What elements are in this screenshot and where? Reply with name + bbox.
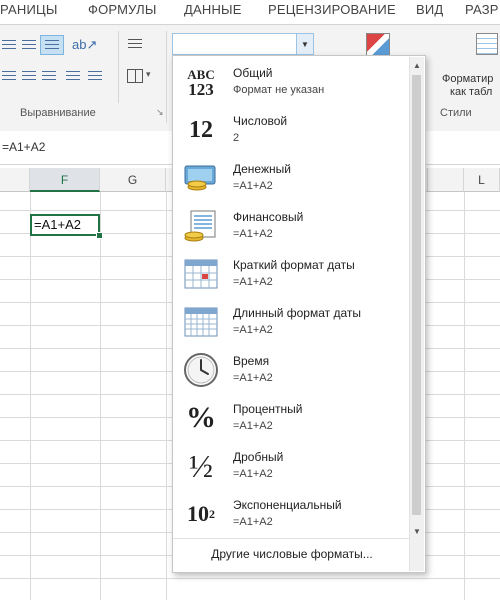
styles-group-label: Стили [440, 107, 472, 119]
general-format-icon: ABC 123 [187, 67, 215, 99]
tab-data[interactable]: ДАННЫЕ [184, 2, 242, 17]
wrap-text-icon[interactable] [128, 39, 142, 49]
scroll-thumb[interactable] [412, 75, 421, 515]
format-item-fraction[interactable]: ½ Дробный =A1+A2 [179, 444, 407, 490]
format-item-sample: Формат не указан [233, 84, 325, 96]
align-right-icon[interactable] [42, 71, 56, 81]
format-item-sample: =A1+A2 [233, 228, 273, 240]
format-item-title: Время [233, 354, 270, 368]
orientation-icon[interactable]: ab↗ [72, 37, 97, 53]
ribbon-tabs: РАНИЦЫ ФОРМУЛЫ ДАННЫЕ РЕЦЕНЗИРОВАНИЕ ВИД… [0, 0, 500, 24]
format-item-percent[interactable]: % Процентный =A1+A2 [179, 396, 407, 442]
format-item-currency[interactable]: Денежный =A1+A2 [179, 156, 407, 202]
align-left-icon[interactable] [2, 71, 16, 81]
formula-text[interactable]: =A1+A2 [2, 140, 45, 154]
percent-icon: % [186, 401, 216, 434]
increase-indent-icon[interactable] [88, 71, 102, 81]
merge-center-icon[interactable] [127, 69, 143, 83]
accounting-format-icon [181, 206, 221, 246]
format-item-sample: =A1+A2 [233, 276, 273, 288]
tab-review[interactable]: РЕЦЕНЗИРОВАНИЕ [268, 2, 396, 17]
format-item-sample: =A1+A2 [233, 324, 273, 336]
dialog-launcher-icon[interactable]: ↘ [156, 107, 164, 118]
scroll-down-icon[interactable]: ▼ [410, 525, 424, 539]
format-item-general[interactable]: ABC 123 Общий Формат не указан [179, 60, 407, 106]
align-center-icon[interactable] [22, 71, 36, 81]
tab-page-layout[interactable]: РАНИЦЫ [0, 2, 58, 17]
align-middle-icon[interactable] [22, 40, 36, 50]
align-bottom-icon [45, 40, 59, 50]
gridline [166, 192, 167, 600]
tab-formulas[interactable]: ФОРМУЛЫ [88, 2, 157, 17]
tab-view[interactable]: ВИД [416, 2, 443, 17]
long-date-calendar-icon [181, 302, 221, 342]
format-item-scientific[interactable]: 10 2 Экспоненциальный =A1+A2 [179, 492, 407, 538]
format-item-short-date[interactable]: Краткий формат даты =A1+A2 [179, 252, 407, 298]
format-item-title: Краткий формат даты [233, 258, 355, 272]
gridline [100, 192, 101, 600]
format-as-table-label-2[interactable]: как табл [450, 86, 492, 98]
clock-icon [181, 350, 221, 390]
format-item-time[interactable]: Время =A1+A2 [179, 348, 407, 394]
scroll-up-icon[interactable]: ▲ [410, 59, 424, 73]
divider [166, 31, 167, 123]
format-item-title: Процентный [233, 402, 303, 416]
format-as-table-label[interactable]: Форматир [442, 73, 493, 85]
tab-developer[interactable]: РАЗР [465, 2, 499, 17]
more-number-formats-link[interactable]: Другие числовые форматы... [173, 538, 411, 569]
chevron-down-icon[interactable]: ▼ [296, 34, 313, 54]
scientific-icon: 10 2 [187, 501, 215, 526]
format-as-table-icon[interactable] [476, 33, 498, 55]
column-header-k[interactable] [428, 168, 464, 192]
format-item-title: Общий [233, 66, 273, 80]
format-item-title: Числовой [233, 114, 288, 128]
gridline [464, 192, 465, 600]
format-item-sample: =A1+A2 [233, 372, 273, 384]
column-header[interactable] [0, 168, 30, 192]
format-item-title: Длинный формат даты [233, 306, 361, 320]
number-format-dropdown: ABC 123 Общий Формат не указан 12 Числов… [172, 55, 426, 573]
chevron-down-icon[interactable]: ▾ [146, 69, 151, 80]
short-date-calendar-icon [181, 254, 221, 294]
alignment-group-label: Выравнивание [20, 107, 96, 119]
number-format-icon: 12 [189, 116, 213, 143]
column-header-g[interactable]: G [100, 168, 166, 192]
align-bottom-button[interactable] [40, 35, 64, 55]
format-item-title: Экспоненциальный [233, 498, 342, 512]
format-item-sample: 2 [233, 132, 240, 144]
currency-format-icon [181, 158, 221, 198]
column-header-f[interactable]: F [30, 168, 100, 192]
format-item-long-date[interactable]: Длинный формат даты =A1+A2 [179, 300, 407, 346]
number-format-combo[interactable]: ▼ [172, 33, 314, 55]
format-item-title: Денежный [233, 162, 291, 176]
format-item-sample: =A1+A2 [233, 468, 273, 480]
format-item-title: Финансовый [233, 210, 304, 224]
format-item-title: Дробный [233, 450, 284, 464]
dropdown-scrollbar[interactable]: ▲ ▼ [409, 57, 424, 571]
divider [118, 31, 119, 103]
fill-handle[interactable] [96, 232, 103, 239]
format-item-number[interactable]: 12 Числовой 2 [179, 108, 407, 154]
column-header-l[interactable]: L [464, 168, 500, 192]
format-item-sample: =A1+A2 [233, 420, 273, 432]
fraction-icon: ½ [189, 447, 213, 484]
format-item-sample: =A1+A2 [233, 180, 273, 192]
format-item-sample: =A1+A2 [233, 516, 273, 528]
active-cell-f3[interactable]: =A1+A2 [30, 214, 100, 236]
format-item-accounting[interactable]: Финансовый =A1+A2 [179, 204, 407, 250]
conditional-formatting-icon[interactable] [366, 33, 390, 57]
gridline [30, 192, 31, 600]
decrease-indent-icon[interactable] [66, 71, 80, 81]
align-top-icon[interactable] [2, 40, 16, 50]
